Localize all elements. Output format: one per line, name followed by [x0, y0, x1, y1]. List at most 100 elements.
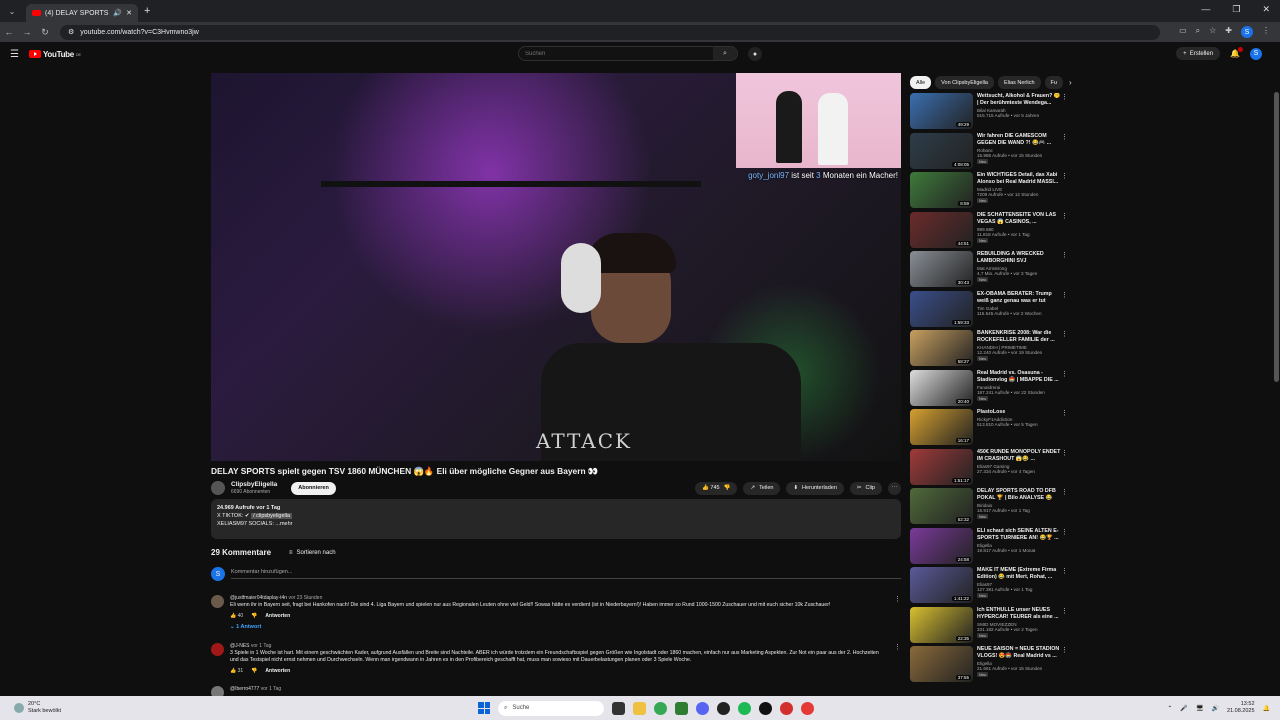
- recommendation-title[interactable]: Real Madrid vs. Osasuna - Stadionvlog 🏟️…: [977, 370, 1062, 384]
- chip-all[interactable]: Alle: [910, 76, 932, 89]
- recommendation-title[interactable]: Ein WICHTIGES Detail, das Xabi Alonso be…: [977, 172, 1062, 186]
- app-record-icon[interactable]: [801, 701, 814, 715]
- recommendation-item[interactable]: 49:29 Wettsucht, Alkohol & Frauen? 🤫 | De…: [910, 93, 1068, 131]
- address-bar[interactable]: ⚙ youtube.com/watch?v=C3Hvmwno3jw: [60, 24, 1160, 40]
- discord-icon[interactable]: [696, 701, 709, 715]
- maximize-button[interactable]: ❐: [1232, 4, 1240, 15]
- recommendation-title[interactable]: DIE SCHATTENSEITE VON LAS VEGAS 😱 CASINO…: [977, 212, 1062, 226]
- youtube-logo[interactable]: YouTube DE: [28, 50, 81, 59]
- app-icon[interactable]: [759, 701, 772, 715]
- recommendation-title[interactable]: BANKENKRISE 2008: War die ROCKEFELLER FA…: [977, 330, 1062, 344]
- comment-reply-button[interactable]: Antworten: [265, 668, 290, 674]
- recommendation-item[interactable]: 24:58 ELI schaut sich SEINE ALTEN E-SPORT…: [910, 527, 1068, 566]
- chevron-right-icon[interactable]: ›: [1069, 76, 1072, 89]
- comment-avatar[interactable]: [211, 643, 224, 656]
- app-red-icon[interactable]: [780, 701, 793, 715]
- recommendation-menu-icon[interactable]: ⋮: [1061, 370, 1068, 378]
- recommendation-menu-icon[interactable]: ⋮: [1061, 449, 1068, 457]
- channel-name[interactable]: ClipsbyEligella: [231, 481, 277, 488]
- subscribe-button[interactable]: Abonnieren: [291, 481, 336, 495]
- recommendation-menu-icon[interactable]: ⋮: [1061, 488, 1068, 496]
- recommendation-item[interactable]: 1:51:17 450€ RUNDE MONOPOLY ENDET IM CRAS…: [910, 448, 1068, 487]
- video-thumbnail[interactable]: 1:51:17: [910, 448, 973, 485]
- recommendation-title[interactable]: Wir fahren DIE GAMESCOM GEGEN DIE WAND ?…: [977, 133, 1062, 147]
- video-thumbnail[interactable]: 58:27: [910, 330, 973, 366]
- recommendation-title[interactable]: NEUE SAISON = NEUE STADION VLOGS! 😍🏟️ Re…: [977, 646, 1062, 660]
- recommendation-menu-icon[interactable]: ⋮: [1061, 251, 1068, 259]
- dislike-button[interactable]: 👎: [724, 485, 731, 491]
- video-thumbnail[interactable]: 1:41:22: [910, 567, 973, 603]
- search-button[interactable]: ⌕: [713, 47, 737, 60]
- comment-input[interactable]: Kommentar hinzufügen...: [231, 569, 901, 579]
- minimize-button[interactable]: —: [1201, 4, 1210, 15]
- clip-button[interactable]: ✂ Clip: [849, 481, 882, 495]
- audio-icon[interactable]: 🔊: [113, 9, 122, 17]
- recommendation-title[interactable]: Wettsucht, Alkohol & Frauen? 🤫 | Der ber…: [977, 93, 1062, 107]
- browser-menu-icon[interactable]: ⋮: [1262, 26, 1270, 38]
- forward-button[interactable]: →: [18, 27, 36, 37]
- zoom-icon[interactable]: ⌕: [1196, 26, 1200, 38]
- tab-list-dropdown-icon[interactable]: ⌄: [4, 3, 20, 19]
- recommendation-menu-icon[interactable]: ⋮: [1061, 528, 1068, 536]
- video-thumbnail[interactable]: 8:59: [910, 172, 973, 208]
- browser-tab[interactable]: (4) DELAY SPORTS spielt ge 🔊 ✕: [26, 4, 138, 22]
- volume-icon[interactable]: 🔊: [1212, 705, 1219, 712]
- recommendation-menu-icon[interactable]: ⋮: [1061, 93, 1068, 101]
- video-thumbnail[interactable]: 37:55: [910, 646, 973, 682]
- windows-start-icon[interactable]: [478, 702, 490, 714]
- close-window-button[interactable]: ✕: [1262, 4, 1270, 15]
- recommendation-menu-icon[interactable]: ⋮: [1061, 330, 1068, 338]
- description-box[interactable]: 24.969 Aufrufe vor 1 Tag X TIKTOK: ✔ / c…: [211, 499, 901, 539]
- recommendation-item[interactable]: 16:17 PlastoLose RickyF1Addiction 513.810 A…: [910, 409, 1068, 447]
- video-thumbnail[interactable]: 1:59:33: [910, 290, 973, 327]
- recommendation-menu-icon[interactable]: ⋮: [1061, 133, 1068, 141]
- recommendation-item[interactable]: 4:08:05 Wir fahren DIE GAMESCOM GEGEN DIE…: [910, 132, 1068, 171]
- tab-close-icon[interactable]: ✕: [126, 9, 132, 17]
- video-thumbnail[interactable]: 30:43: [910, 251, 973, 287]
- comment-author[interactable]: @justfmaier04tdaplay-t4n: [230, 595, 287, 601]
- chip-channel[interactable]: Von ClipsbyEligella: [935, 76, 994, 89]
- comment-menu-icon[interactable]: ⋮: [894, 643, 901, 674]
- recommendation-item[interactable]: 44:51 DIE SCHATTENSEITE VON LAS VEGAS 😱 C…: [910, 211, 1068, 250]
- cast-icon[interactable]: ▭: [1179, 26, 1187, 38]
- recommendation-menu-icon[interactable]: ⋮: [1061, 646, 1068, 654]
- steam-icon[interactable]: [717, 701, 730, 715]
- recommendation-menu-icon[interactable]: ⋮: [1061, 567, 1068, 575]
- recommendation-item[interactable]: 1:59:33 EX-OBAMA BERATER: Trump weiß ganz…: [910, 290, 1068, 329]
- recommendation-title[interactable]: PlastoLose: [977, 409, 1062, 416]
- create-button[interactable]: + Erstellen: [1176, 47, 1221, 60]
- notifications-button[interactable]: 🔔: [1230, 47, 1243, 58]
- recommendation-menu-icon[interactable]: ⋮: [1061, 607, 1068, 615]
- comment-like-button[interactable]: 👍 31: [230, 668, 243, 674]
- search-input[interactable]: [519, 50, 713, 57]
- recommendation-title[interactable]: REBUILDING A WRECKED LAMBORGHINI SVJ: [977, 251, 1062, 265]
- recommendation-item[interactable]: 52:32 DELAY SPORTS ROAD TO DFB POKAL 🏆 | …: [910, 488, 1068, 526]
- notification-center-icon[interactable]: 🔔: [1263, 705, 1270, 712]
- recommendation-item[interactable]: 30:43 REBUILDING A WRECKED LAMBORGHINI SV…: [910, 251, 1068, 289]
- task-view-icon[interactable]: [612, 701, 625, 715]
- site-info-icon[interactable]: ⚙: [68, 28, 74, 36]
- network-icon[interactable]: 🖥: [1196, 705, 1204, 712]
- recommendation-title[interactable]: ELI schaut sich SEINE ALTEN E-SPORTS TUR…: [977, 528, 1062, 542]
- scrollbar-thumb[interactable]: [1274, 92, 1279, 382]
- account-avatar[interactable]: S: [1250, 47, 1262, 60]
- recommendation-title[interactable]: DELAY SPORTS ROAD TO DFB POKAL 🏆 | Bilo …: [977, 488, 1062, 502]
- chip-elias[interactable]: Elias Nerlich: [997, 76, 1041, 89]
- comment-like-button[interactable]: 👍 40: [230, 613, 243, 619]
- comment-author[interactable]: @J-NES: [230, 643, 250, 649]
- weather-widget[interactable]: 20°C Stark bewölkt: [14, 701, 61, 715]
- back-button[interactable]: ←: [0, 27, 18, 37]
- recommendation-item[interactable]: 37:55 NEUE SAISON = NEUE STADION VLOGS! 😍…: [910, 646, 1068, 684]
- like-button[interactable]: 👍 745: [702, 485, 720, 491]
- recommendation-menu-icon[interactable]: ⋮: [1061, 172, 1068, 180]
- clock[interactable]: 13:52 21.08.2025: [1227, 701, 1255, 715]
- video-thumbnail[interactable]: 44:51: [910, 211, 973, 248]
- chrome-icon[interactable]: [654, 701, 667, 715]
- sort-comments-button[interactable]: ≡ Sortieren nach: [289, 550, 336, 556]
- video-thumbnail[interactable]: 20:40: [910, 369, 973, 406]
- comment-author[interactable]: @Iberro4777: [230, 686, 259, 692]
- tiktok-link[interactable]: / clipsbyeligella: [251, 513, 293, 519]
- channel-avatar[interactable]: [211, 481, 225, 495]
- recommendation-item[interactable]: 8:59 Ein WICHTIGES Detail, das Xabi Alons…: [910, 172, 1068, 210]
- video-thumbnail[interactable]: 16:17: [910, 409, 973, 445]
